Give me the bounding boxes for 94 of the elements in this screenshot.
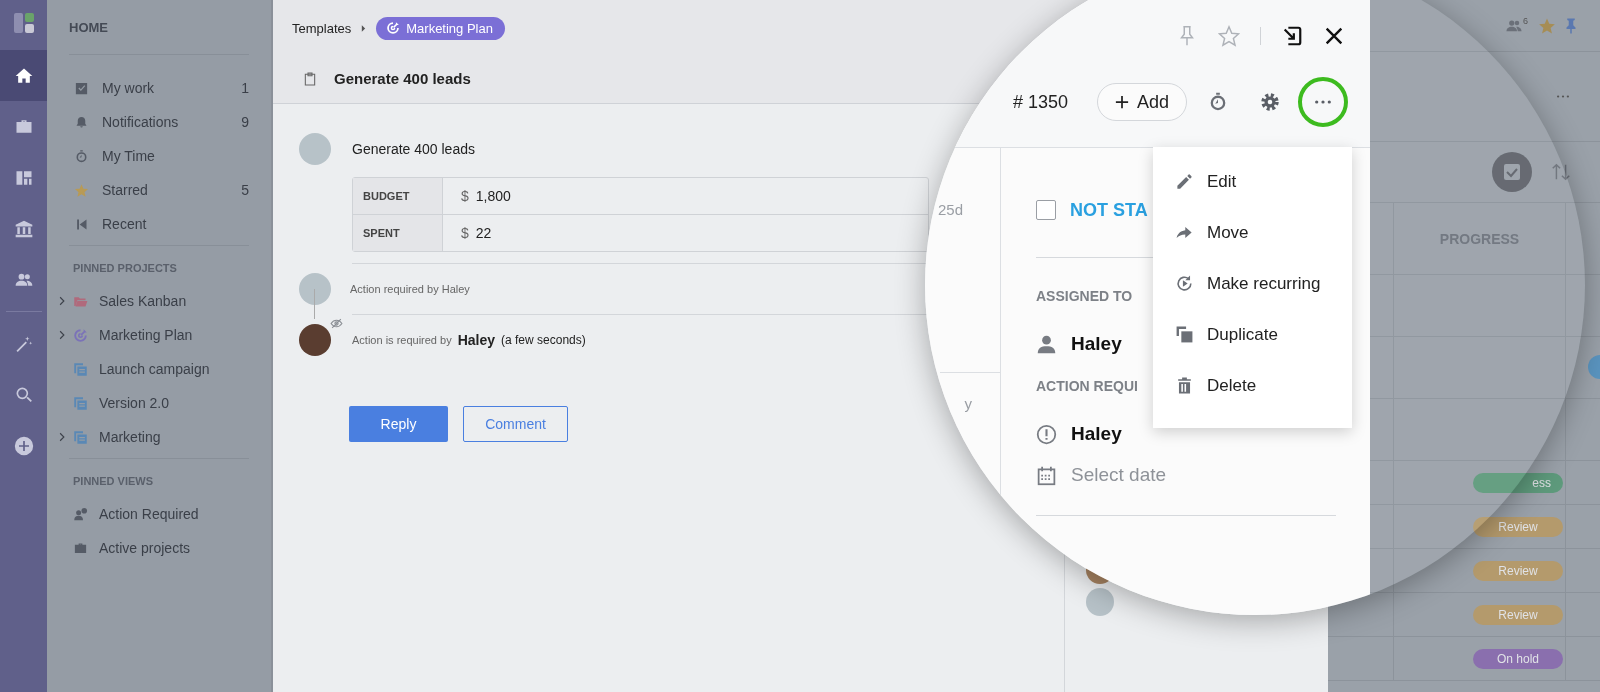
bank-icon (13, 218, 34, 239)
person-alert-icon (73, 506, 88, 522)
field-value: 1,800 (475, 188, 511, 204)
task-title: Generate 400 leads (334, 70, 471, 87)
bell-icon (74, 114, 89, 130)
checkbox-icon (74, 80, 89, 96)
stack-icon (73, 361, 88, 377)
star-icon (74, 182, 89, 198)
sidebar-item[interactable]: My Time (69, 139, 249, 173)
pencil-icon (1175, 172, 1194, 191)
field-value: 22 (475, 225, 492, 241)
target-icon (73, 327, 88, 343)
sidebar-item[interactable]: Sales Kanban (59, 284, 249, 318)
duplicate-icon (1175, 325, 1194, 344)
avatar (299, 273, 331, 305)
activity-text: Action required by Haley (350, 283, 470, 295)
duration-text: 25d (937, 201, 963, 218)
sidebar-item[interactable]: Notifications 9 (69, 105, 249, 139)
task-number: # 1350 (1012, 91, 1068, 113)
sidebar-item[interactable]: Active projects (59, 531, 249, 565)
recurring-icon (1175, 274, 1194, 293)
currency-sign: $ (461, 188, 469, 204)
chevron-icon (59, 330, 65, 340)
field-label: SPENT (353, 215, 443, 251)
home-nav-button[interactable] (0, 50, 47, 101)
status-label[interactable]: NOT STA (1070, 199, 1148, 221)
menu-item[interactable]: Make recurring (1153, 258, 1352, 309)
status-tag: ess (1473, 472, 1563, 493)
clipboard-icon (302, 70, 318, 87)
star-icon[interactable] (1218, 25, 1240, 47)
caret-icon (361, 24, 367, 32)
menu-item[interactable]: Edit (1153, 156, 1352, 207)
sidebar-item[interactable]: Action Required (59, 497, 249, 531)
menu-item[interactable]: Duplicate (1153, 309, 1352, 360)
sort-icon[interactable] (1550, 161, 1572, 183)
chevron-icon (59, 296, 65, 306)
status-tag: Review (1473, 516, 1563, 537)
comment-button[interactable]: Comment (463, 406, 568, 442)
section-title: PINNED PROJECTS (73, 262, 178, 276)
section-title: HOME (69, 19, 109, 37)
collapse-icon[interactable] (1281, 25, 1303, 47)
chevron-icon (59, 432, 65, 442)
breadcrumb-link[interactable]: Templates (292, 20, 352, 36)
project-tag[interactable]: Marketing Plan (376, 16, 505, 40)
app-logo-icon (11, 11, 36, 35)
sidebar-item[interactable]: My work 1 (69, 71, 249, 105)
checkbox-toggle-icon[interactable] (1492, 152, 1532, 192)
currency-sign: $ (461, 225, 469, 241)
target-icon (386, 21, 401, 35)
eye-slash-icon (330, 317, 343, 330)
sidebar-item[interactable]: Starred 5 (69, 173, 249, 207)
sidebar-item[interactable]: Launch campaign (59, 352, 249, 386)
menu-item[interactable]: Move (1153, 207, 1352, 258)
section-title: PINNED VIEWS (73, 475, 155, 489)
sidebar-item[interactable]: Recent (69, 207, 249, 241)
status-tag: On hold (1473, 648, 1563, 669)
sidebar-item[interactable]: Version 2.0 (59, 386, 249, 420)
assignee-name[interactable]: Haley (1071, 333, 1122, 355)
plus-icon (13, 435, 34, 456)
calendar-icon (1036, 464, 1057, 486)
person-icon (1036, 333, 1057, 355)
plus-icon (1114, 95, 1129, 109)
status-checkbox[interactable] (1036, 200, 1056, 220)
reply-button[interactable]: Reply (349, 406, 448, 442)
stopwatch-icon (74, 148, 89, 164)
more-icon (1314, 100, 1332, 104)
date-field[interactable]: Select date (1071, 464, 1271, 486)
sidebar-item[interactable]: Marketing Plan (59, 318, 249, 352)
section-title: ASSIGNED TO (1036, 288, 1133, 306)
section-title: ACTION REQUI (1036, 378, 1138, 396)
avatar (1086, 588, 1114, 616)
settings-icon[interactable] (1259, 91, 1281, 113)
more-button[interactable] (1298, 77, 1348, 127)
cut-text: y (964, 395, 972, 412)
timestamp: (a few seconds) (501, 333, 586, 347)
avatar (299, 324, 331, 356)
alert-icon (1036, 423, 1057, 445)
sidebar-item[interactable]: Marketing (59, 420, 249, 454)
avatar (299, 133, 331, 165)
add-button[interactable]: Add (1096, 83, 1187, 121)
person-name: Haley (457, 332, 496, 348)
status-tag: Review (1473, 604, 1563, 625)
person-name[interactable]: Haley (1071, 423, 1122, 445)
close-icon[interactable] (1323, 25, 1345, 47)
stack-icon (73, 429, 88, 445)
field-label: BUDGET (353, 178, 443, 214)
stack-icon (73, 395, 88, 411)
more-icon[interactable] (1556, 95, 1570, 98)
member-count: 6 (1523, 15, 1528, 26)
trash-icon (1175, 376, 1194, 395)
entry-text: Generate 400 leads (352, 141, 475, 157)
activity-text: Action is required by (352, 334, 452, 346)
status-tag: Review (1473, 560, 1563, 581)
menu-item[interactable]: Delete (1153, 360, 1352, 411)
